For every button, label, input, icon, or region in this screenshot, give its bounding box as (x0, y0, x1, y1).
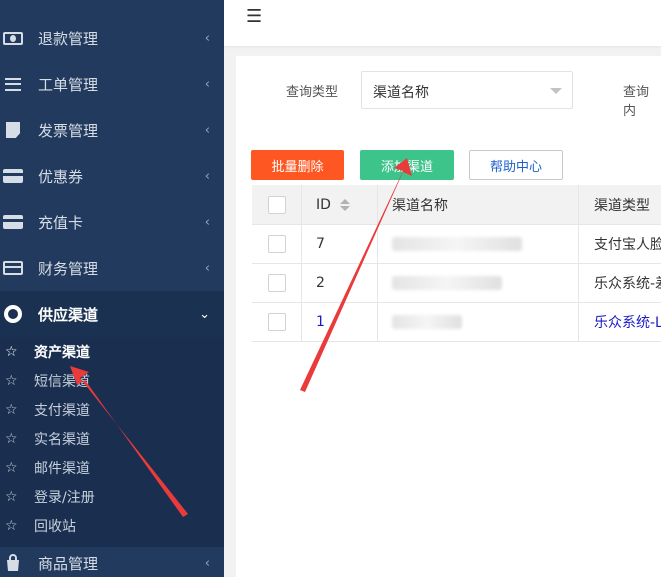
blurred-name (392, 276, 502, 290)
menu-supply-channel[interactable]: 供应渠道 ⌄ (0, 291, 224, 337)
submenu-label: 邮件渠道 (34, 460, 90, 477)
row-checkbox[interactable] (267, 313, 286, 331)
submenu-label: 回收站 (34, 518, 76, 535)
row-checkbox[interactable] (267, 274, 286, 292)
card-icon (2, 167, 24, 185)
menu-label: 发票管理 (38, 121, 99, 140)
row-id: 2 (316, 275, 325, 291)
menu-coupon[interactable]: 优惠券 ‹ (0, 153, 224, 199)
lifebuoy-icon (2, 305, 24, 323)
submenu-supply-channel: ☆ 资产渠道 ☆ 短信渠道 ☆ 支付渠道 ☆ 实名渠道 ☆ 邮件渠道 ☆ 登录/… (0, 337, 224, 547)
star-icon: ☆ (5, 459, 18, 476)
table-header: ID 渠道名称 渠道类型 (252, 185, 661, 225)
card-outline-icon (2, 259, 24, 277)
menu-ticket[interactable]: 工单管理 ‹ (0, 61, 224, 107)
chevron-left-icon: ‹ (204, 122, 210, 138)
menu-recharge-card[interactable]: 充值卡 ‹ (0, 199, 224, 245)
blurred-name (392, 315, 462, 329)
card-icon (2, 213, 24, 231)
menu-label: 工单管理 (38, 75, 99, 94)
header-id: ID (316, 196, 331, 213)
menu-label: 商品管理 (38, 554, 99, 573)
submenu-recycle-bin[interactable]: ☆ 回收站 (0, 511, 224, 540)
chevron-left-icon: ‹ (204, 76, 210, 92)
submenu-login-register[interactable]: ☆ 登录/注册 (0, 482, 224, 511)
submenu-label: 支付渠道 (34, 402, 90, 419)
star-icon: ☆ (5, 430, 18, 447)
select-all-checkbox[interactable] (267, 195, 286, 214)
row-id: 7 (316, 236, 325, 252)
submenu-payment-channel[interactable]: ☆ 支付渠道 (0, 395, 224, 424)
help-center-button[interactable]: 帮助中心 (469, 150, 563, 180)
submenu-label: 实名渠道 (34, 431, 90, 448)
submenu-sms-channel[interactable]: ☆ 短信渠道 (0, 366, 224, 395)
menu-toggle-icon[interactable]: ☰ (246, 6, 262, 27)
chevron-left-icon: ‹ (204, 555, 210, 571)
menu-invoice[interactable]: 发票管理 ‹ (0, 107, 224, 153)
table-row[interactable]: 1 乐众系统-L (252, 303, 661, 342)
row-type: 乐众系统-差 (594, 276, 661, 292)
sort-icon[interactable] (339, 198, 350, 211)
list-icon (2, 75, 24, 93)
submenu-asset-channel[interactable]: ☆ 资产渠道 (0, 337, 224, 366)
star-icon: ☆ (5, 343, 18, 360)
row-type: 支付宝人脸 (594, 237, 661, 253)
topbar: ☰ (224, 0, 661, 46)
query-content-label: 查询内 (623, 85, 650, 119)
row-id: 1 (316, 314, 325, 330)
menu-label: 退款管理 (38, 29, 99, 48)
query-type-value: 渠道名称 (373, 85, 429, 101)
submenu-label: 资产渠道 (34, 344, 90, 361)
star-icon: ☆ (5, 372, 18, 389)
table-row[interactable]: 7 支付宝人脸 (252, 225, 661, 264)
query-type-select[interactable]: 渠道名称 (361, 71, 573, 109)
header-name: 渠道名称 (392, 197, 448, 214)
caret-down-icon (550, 88, 562, 94)
menu-label: 优惠券 (38, 167, 84, 186)
table-row[interactable]: 2 乐众系统-差 (252, 264, 661, 303)
menu-refund[interactable]: 退款管理 ‹ (0, 15, 224, 61)
row-checkbox[interactable] (267, 235, 286, 253)
star-icon: ☆ (5, 488, 18, 505)
star-icon: ☆ (5, 401, 18, 418)
submenu-realname-channel[interactable]: ☆ 实名渠道 (0, 424, 224, 453)
chevron-left-icon: ‹ (204, 30, 210, 46)
chevron-down-icon: ⌄ (199, 306, 210, 322)
query-type-label: 查询类型 (286, 85, 339, 100)
star-icon: ☆ (5, 517, 18, 534)
blurred-name (392, 237, 522, 251)
menu-product[interactable]: 商品管理 ‹ (0, 540, 224, 577)
row-type: 乐众系统-L (594, 315, 661, 331)
menu-label: 供应渠道 (38, 305, 99, 324)
add-channel-button[interactable]: 添加渠道 (360, 150, 454, 180)
menu-finance[interactable]: 财务管理 ‹ (0, 245, 224, 291)
menu-label: 充值卡 (38, 213, 84, 232)
submenu-label: 短信渠道 (34, 373, 90, 390)
note-icon (2, 121, 24, 139)
money-icon (2, 29, 24, 47)
chevron-left-icon: ‹ (204, 260, 210, 276)
sidebar: 退款管理 ‹ 工单管理 ‹ 发票管理 ‹ 优惠券 ‹ 充值卡 ‹ 财务管理 ‹ … (0, 0, 224, 577)
menu-label: 财务管理 (38, 259, 99, 278)
bag-icon (2, 554, 24, 572)
submenu-label: 登录/注册 (34, 489, 95, 506)
header-type: 渠道类型 (594, 197, 650, 214)
chevron-left-icon: ‹ (204, 168, 210, 184)
submenu-email-channel[interactable]: ☆ 邮件渠道 (0, 453, 224, 482)
chevron-left-icon: ‹ (204, 214, 210, 230)
batch-delete-button[interactable]: 批量删除 (251, 150, 344, 180)
